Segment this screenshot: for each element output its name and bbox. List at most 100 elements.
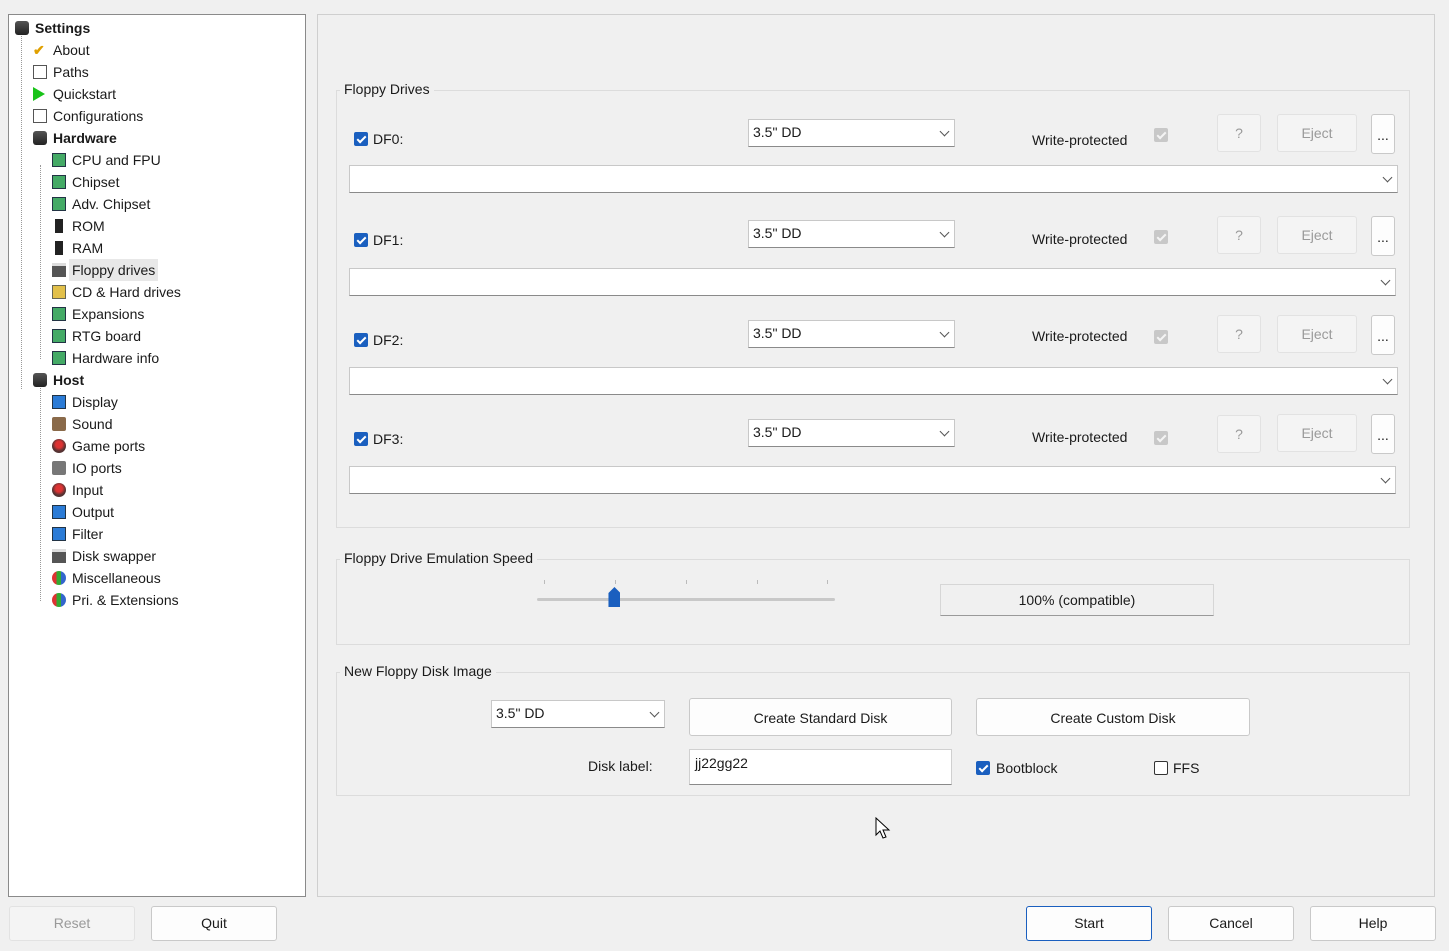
chip-icon xyxy=(52,153,66,167)
chevron-down-icon xyxy=(1380,275,1391,286)
emulation-speed-group xyxy=(336,559,1410,645)
cancel-button[interactable]: Cancel xyxy=(1168,906,1294,941)
df3-label: DF3: xyxy=(373,431,404,447)
df2-path-select[interactable] xyxy=(349,367,1398,395)
df3-write-protected-checkbox[interactable] xyxy=(1154,431,1168,445)
df3-help-button[interactable]: ? xyxy=(1217,415,1261,453)
slider-tick xyxy=(827,580,828,584)
df3-enable-checkbox[interactable] xyxy=(354,432,368,446)
df2-help-button[interactable]: ? xyxy=(1217,315,1261,353)
expansion-board-icon xyxy=(52,329,66,343)
bootblock-label: Bootblock xyxy=(996,760,1058,776)
checkmark-icon: ✔ xyxy=(33,42,45,58)
df2-type-select[interactable]: 3.5" DD xyxy=(748,320,955,348)
slider-thumb[interactable] xyxy=(608,587,621,607)
df2-browse-button[interactable]: ... xyxy=(1371,315,1395,355)
reset-button[interactable]: Reset xyxy=(9,906,135,941)
output-icon xyxy=(52,505,66,519)
floppy-settings-panel: Floppy Drives DF0: 3.5" DD Write-protect… xyxy=(317,14,1435,897)
floppy-drives-group xyxy=(336,90,1410,528)
df1-enable-checkbox[interactable] xyxy=(354,233,368,247)
slider-track xyxy=(537,598,835,601)
port-icon xyxy=(52,461,66,475)
df0-type-select[interactable]: 3.5" DD xyxy=(748,119,955,147)
disk-stack-icon xyxy=(33,131,47,145)
emulation-speed-slider[interactable] xyxy=(536,580,836,610)
chevron-down-icon xyxy=(1382,172,1393,183)
speaker-icon xyxy=(52,417,66,431)
create-standard-disk-button[interactable]: Create Standard Disk xyxy=(689,698,952,736)
joystick-icon xyxy=(52,439,66,453)
tree-connector xyxy=(40,385,41,601)
create-custom-disk-button[interactable]: Create Custom Disk xyxy=(976,698,1250,736)
bootblock-checkbox[interactable] xyxy=(976,761,990,775)
memory-icon xyxy=(55,219,63,233)
settings-tree[interactable]: Settings ✔ About Paths Quickstart Config… xyxy=(8,14,306,897)
disk-stack-icon xyxy=(33,373,47,387)
df2-write-protected-label: Write-protected xyxy=(1032,328,1128,344)
misc-icon xyxy=(52,571,66,585)
df2-enable-checkbox[interactable] xyxy=(354,333,368,347)
slider-tick xyxy=(615,580,616,584)
floppy-drives-title: Floppy Drives xyxy=(340,81,434,97)
df0-help-button[interactable]: ? xyxy=(1217,114,1261,152)
df0-browse-button[interactable]: ... xyxy=(1371,114,1395,154)
df3-type-select[interactable]: 3.5" DD xyxy=(748,419,955,447)
df3-eject-button[interactable]: Eject xyxy=(1277,414,1357,452)
tree-connector xyxy=(40,165,41,359)
configuration-list-icon xyxy=(33,109,47,123)
df1-type-select[interactable]: 3.5" DD xyxy=(748,220,955,248)
play-icon xyxy=(33,87,45,101)
chevron-down-icon xyxy=(939,327,950,338)
df1-eject-button[interactable]: Eject xyxy=(1277,216,1357,254)
chevron-down-icon xyxy=(939,126,950,137)
disk-stack-icon xyxy=(15,21,29,35)
hard-drive-icon xyxy=(52,285,66,299)
floppy-drive-icon xyxy=(52,263,66,277)
df0-label: DF0: xyxy=(373,131,404,147)
df1-browse-button[interactable]: ... xyxy=(1371,216,1395,256)
slider-tick xyxy=(544,580,545,584)
df3-path-select[interactable] xyxy=(349,466,1396,494)
df0-write-protected-label: Write-protected xyxy=(1032,132,1128,148)
df0-path-select[interactable] xyxy=(349,165,1398,193)
df0-eject-button[interactable]: Eject xyxy=(1277,114,1357,152)
expansion-board-icon xyxy=(52,307,66,321)
help-button[interactable]: Help xyxy=(1310,906,1436,941)
df1-path-select[interactable] xyxy=(349,268,1396,296)
chip-icon xyxy=(52,197,66,211)
emulation-speed-title: Floppy Drive Emulation Speed xyxy=(340,550,538,566)
new-disk-type-select[interactable]: 3.5" DD xyxy=(491,700,665,728)
df1-write-protected-label: Write-protected xyxy=(1032,231,1128,247)
chevron-down-icon xyxy=(1380,473,1391,484)
disk-label-caption: Disk label: xyxy=(588,758,653,774)
df1-help-button[interactable]: ? xyxy=(1217,216,1261,254)
joystick-icon xyxy=(52,483,66,497)
start-button[interactable]: Start xyxy=(1026,906,1152,941)
df1-label: DF1: xyxy=(373,232,404,248)
mouse-pointer-icon xyxy=(875,817,891,839)
folder-document-icon xyxy=(33,65,47,79)
quit-button[interactable]: Quit xyxy=(151,906,277,941)
chevron-down-icon xyxy=(649,707,660,718)
expansion-board-icon xyxy=(52,351,66,365)
tree-connector xyxy=(21,33,22,389)
df0-enable-checkbox[interactable] xyxy=(354,132,368,146)
df2-label: DF2: xyxy=(373,332,404,348)
chevron-down-icon xyxy=(939,426,950,437)
df0-write-protected-checkbox[interactable] xyxy=(1154,128,1168,142)
floppy-drive-icon xyxy=(52,549,66,563)
monitor-icon xyxy=(52,395,66,409)
chip-icon xyxy=(52,175,66,189)
slider-tick xyxy=(757,580,758,584)
memory-icon xyxy=(55,241,63,255)
df3-browse-button[interactable]: ... xyxy=(1371,414,1395,454)
df1-write-protected-checkbox[interactable] xyxy=(1154,230,1168,244)
disk-label-input[interactable]: jj22gg22 xyxy=(689,749,952,785)
emulation-speed-value: 100% (compatible) xyxy=(940,584,1214,616)
ffs-checkbox[interactable] xyxy=(1154,761,1168,775)
new-disk-title: New Floppy Disk Image xyxy=(340,663,496,679)
monitor-icon xyxy=(52,527,66,541)
df2-eject-button[interactable]: Eject xyxy=(1277,315,1357,353)
df2-write-protected-checkbox[interactable] xyxy=(1154,330,1168,344)
